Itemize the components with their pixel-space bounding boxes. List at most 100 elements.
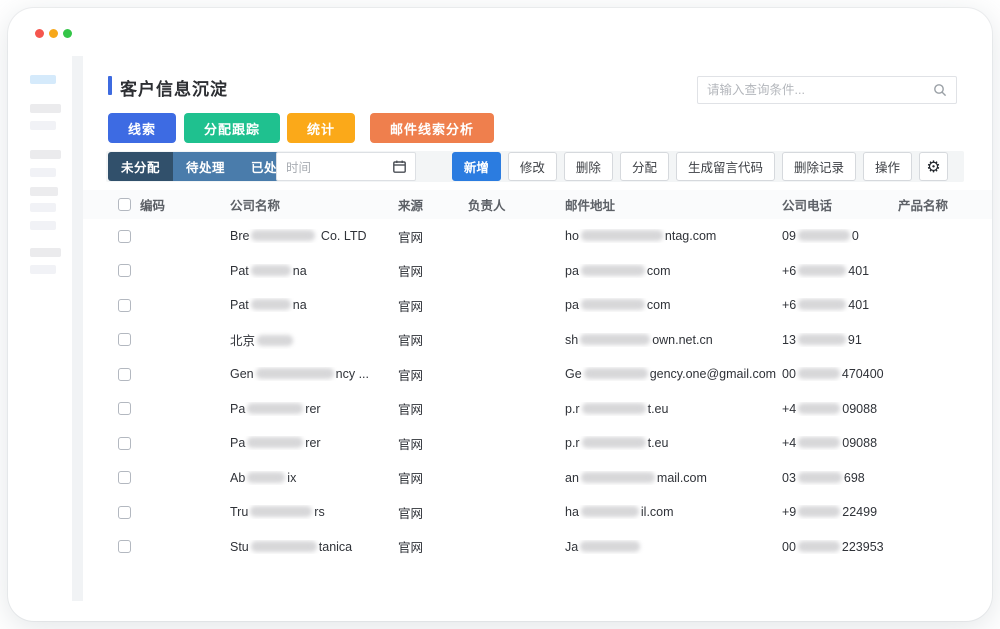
sidebar-divider [72,56,83,601]
cell-source: 官网 [398,330,468,349]
filter-tab-2[interactable]: 待处理 [173,152,238,181]
date-filter[interactable]: 时间 [276,152,416,181]
cell-phone: 090 [782,229,898,243]
page-title: 客户信息沉淀 [120,75,228,100]
redacted-text [798,230,850,241]
action-button-5[interactable]: 生成留言代码 [676,152,775,181]
table-row[interactable]: 北京官网 shown.net.cn1391 [83,323,992,358]
redacted-text [257,335,293,346]
redacted-text [247,472,285,483]
redacted-text [580,541,640,552]
cell-source: 官网 [398,468,468,487]
sidebar-skeleton-bar [30,121,56,130]
search-input[interactable] [707,83,933,97]
action-button-1[interactable]: 新增 [452,152,501,181]
table-row[interactable]: Patna官网pacom+6401 [83,254,992,289]
redacted-text [582,403,646,414]
redacted-text [581,299,645,310]
search-icon[interactable] [933,83,947,97]
redacted-text [251,299,291,310]
filter-tab-1[interactable]: 未分配 [108,152,173,181]
sidebar-skeleton-bar [30,150,61,159]
cell-email: pacom [565,298,782,312]
select-all-checkbox[interactable] [118,198,131,211]
table-header-row: 编码公司名称来源负责人邮件地址公司电话产品名称 [83,190,992,219]
nav-button-1[interactable]: 线索 [108,113,176,143]
cell-company-name: 北京 [230,330,398,349]
sidebar-skeleton-bar [30,248,61,257]
cell-phone: 03698 [782,471,898,485]
table-row[interactable]: Parer官网p.rt.eu+409088 [83,392,992,427]
cell-source: 官网 [398,227,468,246]
redacted-text [798,403,840,414]
action-button-4[interactable]: 分配 [620,152,669,181]
row-checkbox[interactable] [118,264,131,277]
customer-table: 编码公司名称来源负责人邮件地址公司电话产品名称 Bre Co. LTD官网hon… [83,190,992,595]
title-accent-bar [108,76,112,95]
redacted-text [581,230,663,241]
nav-button-4[interactable]: 邮件线索分析 [370,113,494,143]
cell-company-name: Patna [230,264,398,278]
cell-phone: 1391 [782,333,898,347]
cell-email: shown.net.cn [565,333,782,347]
filter-tabs: 未分配待处理已处理 [108,152,303,181]
app-window: 客户信息沉淀 线索分配跟踪统计邮件线索分析 未分配待处理已处理 时间 新增修改删… [8,8,992,621]
minimize-button[interactable] [49,29,58,38]
date-placeholder: 时间 [286,157,393,176]
cell-email: anmail.com [565,471,782,485]
cell-company-name: Bre Co. LTD [230,229,398,243]
cell-phone: +922499 [782,505,898,519]
module-nav: 线索分配跟踪统计邮件线索分析 [108,113,494,143]
redacted-text [251,265,291,276]
gear-icon[interactable]: ⚙ [919,152,948,181]
table-row[interactable]: Bre Co. LTD官网hontag.com090 [83,219,992,254]
cell-source: 官网 [398,261,468,280]
action-button-7[interactable]: 操作 [863,152,912,181]
table-row[interactable]: Parer官网p.rt.eu+409088 [83,426,992,461]
table-row[interactable]: Patna官网pacom+6401 [83,288,992,323]
sidebar-skeleton-bar [30,168,56,177]
redacted-text [251,541,317,552]
action-button-6[interactable]: 删除记录 [782,152,856,181]
cell-phone: +6401 [782,298,898,312]
table-row[interactable]: Stutanica官网Ja00223953 [83,530,992,565]
row-checkbox[interactable] [118,506,131,519]
redacted-text [581,265,645,276]
column-header: 产品名称 [898,195,992,214]
cell-phone: +6401 [782,264,898,278]
cell-phone: 00470400 [782,367,898,381]
row-checkbox[interactable] [118,368,131,381]
sidebar-skeleton-bar [30,104,61,113]
search-box [697,76,957,104]
cell-source: 官网 [398,434,468,453]
row-checkbox[interactable] [118,402,131,415]
nav-button-2[interactable]: 分配跟踪 [184,113,280,143]
cell-company-name: Genncy ... [230,367,398,381]
calendar-icon [393,160,406,173]
cell-source: 官网 [398,365,468,384]
redacted-text [581,472,655,483]
redacted-text [798,265,846,276]
row-checkbox[interactable] [118,333,131,346]
column-header: 来源 [398,195,468,214]
cell-email: p.rt.eu [565,402,782,416]
table-row[interactable]: Abix官网anmail.com03698 [83,461,992,496]
row-checkbox[interactable] [118,230,131,243]
cell-company-name: Parer [230,402,398,416]
zoom-button[interactable] [63,29,72,38]
action-button-3[interactable]: 删除 [564,152,613,181]
row-checkbox[interactable] [118,437,131,450]
redacted-text [798,506,840,517]
nav-button-3[interactable]: 统计 [287,113,355,143]
row-checkbox[interactable] [118,299,131,312]
table-row[interactable]: Genncy ...官网Gegency.one@gmail.com0047040… [83,357,992,392]
close-button[interactable] [35,29,44,38]
action-button-2[interactable]: 修改 [508,152,557,181]
table-row[interactable]: Trurs官网hail.com+922499 [83,495,992,530]
sidebar-skeleton-bar [30,187,58,196]
redacted-text [798,334,846,345]
cell-source: 官网 [398,296,468,315]
row-checkbox[interactable] [118,540,131,553]
row-checkbox[interactable] [118,471,131,484]
cell-company-name: Parer [230,436,398,450]
